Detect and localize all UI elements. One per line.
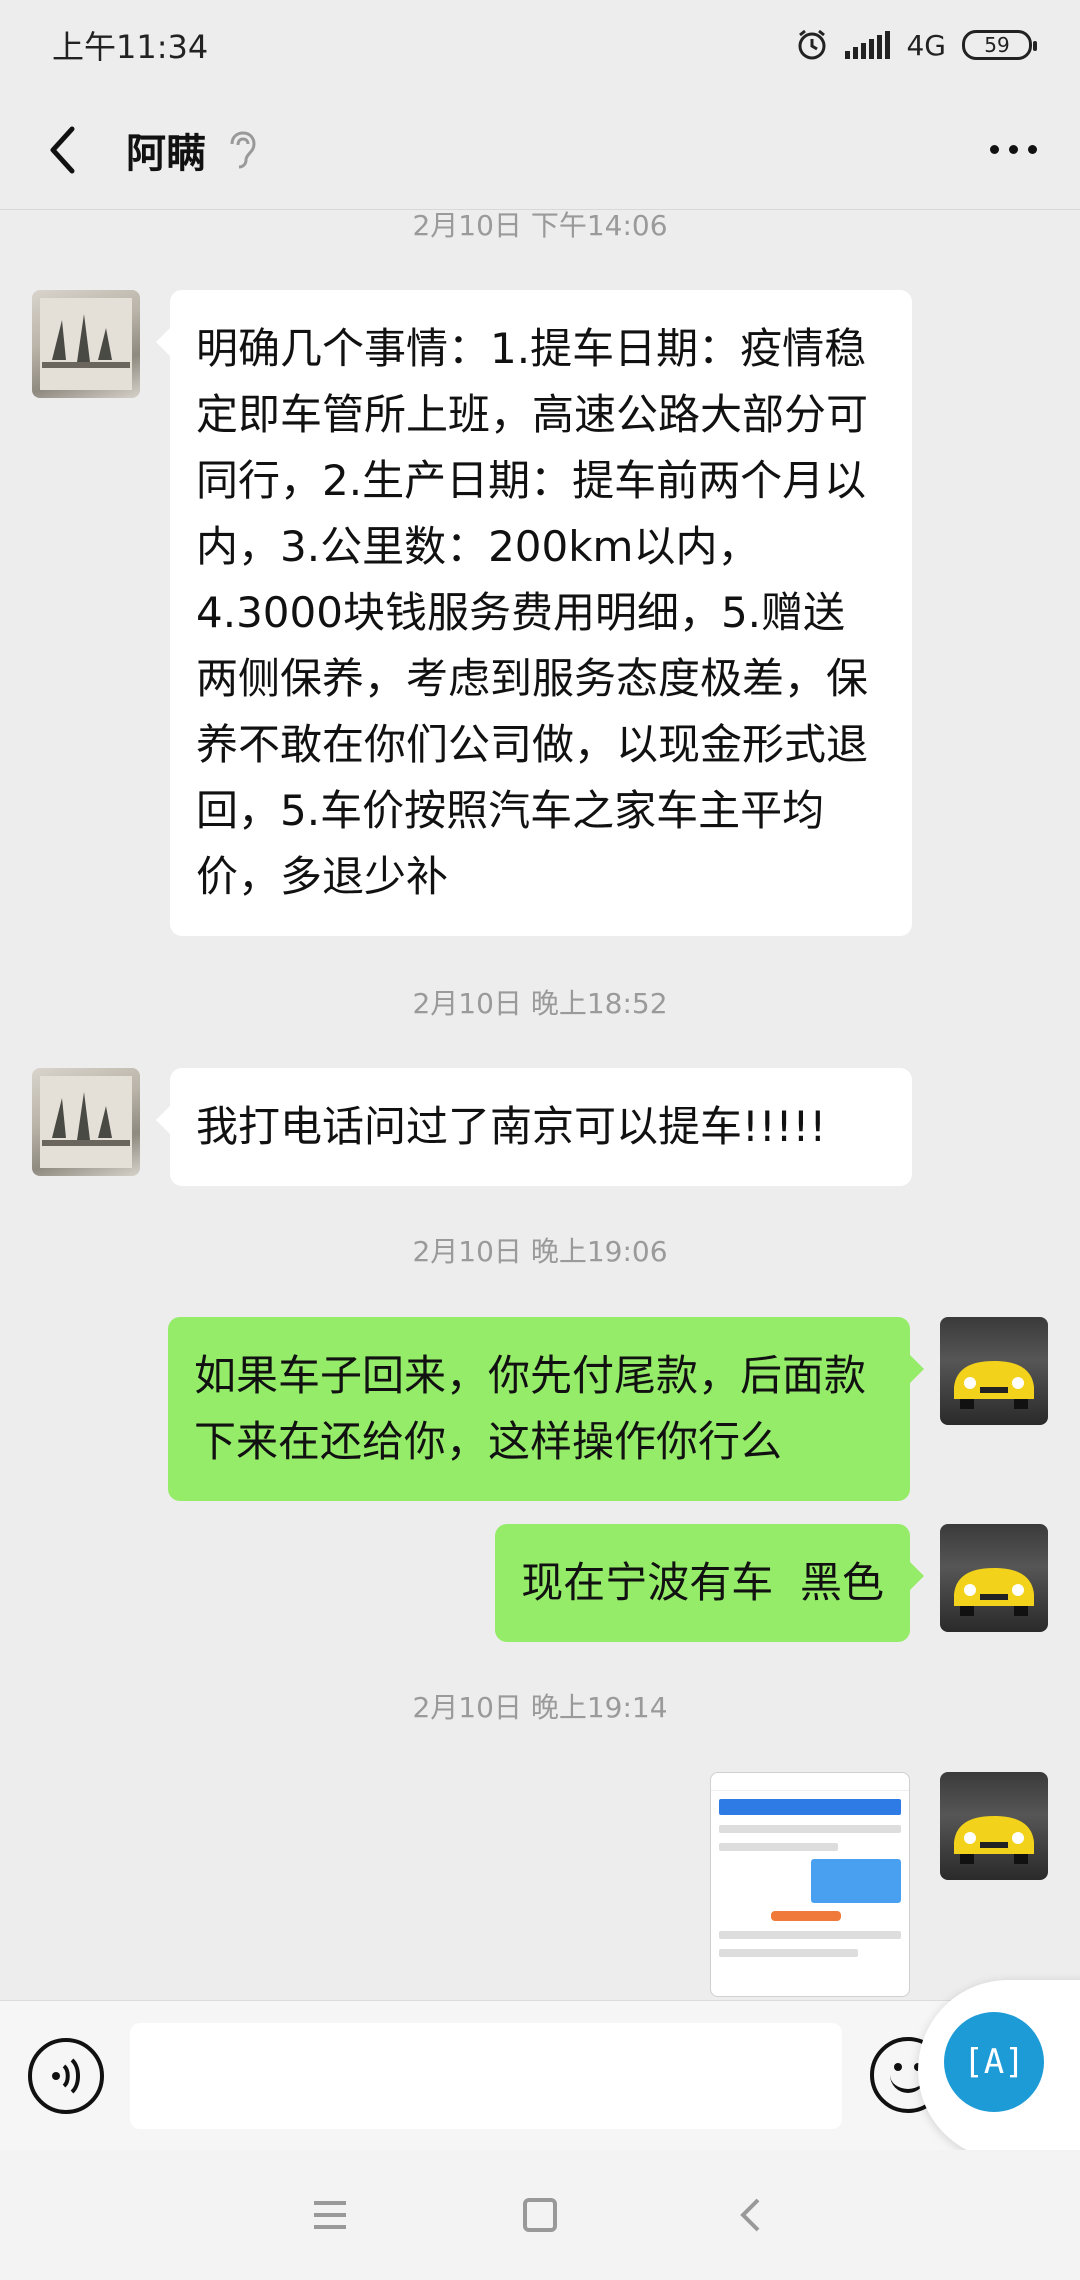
status-bar: 上午11:34 4G 59	[0, 0, 1080, 90]
home-square-icon	[523, 2198, 557, 2232]
chevron-left-icon	[50, 126, 75, 173]
more-options-button[interactable]	[978, 110, 1048, 190]
signal-icon	[845, 31, 891, 59]
yellow-car-icon	[954, 1816, 1034, 1864]
emoji-icon	[894, 2063, 902, 2071]
message-bubble-sent[interactable]: 如果车子回来，你先付尾款，后面款下来在还给你，这样操作你行么	[168, 1317, 924, 1501]
menu-icon	[314, 2201, 346, 2229]
my-avatar[interactable]	[940, 1772, 1048, 1880]
chat-header: 阿瞒	[0, 90, 1080, 210]
home-button[interactable]	[510, 2185, 570, 2245]
message-bubble-received[interactable]: 明确几个事情：1.提车日期：疫情稳定即车管所上班，高速公路大部分可同行，2.生产…	[156, 290, 912, 936]
message-input[interactable]	[130, 2022, 842, 2129]
message-text: 现在宁波有车 黑色	[521, 1558, 884, 1607]
message-bubble-sent[interactable]: 现在宁波有车 黑色	[495, 1524, 924, 1642]
timestamp: 2月10日 晚上19:06	[412, 1235, 668, 1268]
my-avatar[interactable]	[940, 1524, 1048, 1632]
nav-back-button[interactable]	[720, 2185, 780, 2245]
battery-icon: 59	[962, 30, 1037, 60]
contact-avatar[interactable]	[32, 290, 140, 398]
translate-button[interactable]: [A]	[944, 2012, 1044, 2112]
timestamp: 2月10日 晚上19:14	[412, 1691, 668, 1724]
back-button[interactable]	[32, 110, 92, 190]
ear-icon	[230, 130, 256, 168]
contact-name: 阿瞒	[126, 130, 206, 177]
timestamp: 2月10日 晚上18:52	[412, 987, 668, 1020]
yellow-car-icon	[954, 1568, 1034, 1616]
my-avatar[interactable]	[940, 1317, 1048, 1425]
message-text: 明确几个事情：1.提车日期：疫情稳定即车管所上班，高速公路大部分可同行，2.生产…	[196, 324, 869, 901]
message-text: 如果车子回来，你先付尾款，后面款下来在还给你，这样操作你行么	[194, 1351, 867, 1466]
message-bubble-received[interactable]: 我打电话问过了南京可以提车!!!!!	[156, 1068, 912, 1186]
landscape-painting-icon	[40, 1076, 132, 1168]
translate-label: [A]	[963, 2042, 1025, 2082]
more-dots-icon	[989, 145, 999, 154]
menu-button[interactable]	[300, 2185, 360, 2245]
back-triangle-icon	[740, 2198, 760, 2232]
status-icons: 4G 59	[795, 28, 1037, 62]
voice-input-button[interactable]	[28, 2037, 104, 2114]
battery-level: 59	[984, 33, 1010, 57]
message-text: 我打电话问过了南京可以提车!!!!!	[196, 1102, 827, 1151]
contact-avatar[interactable]	[32, 1068, 140, 1176]
status-time: 上午11:34	[52, 28, 209, 66]
system-nav-bar	[0, 2150, 1080, 2280]
landscape-painting-icon	[40, 298, 132, 390]
yellow-car-icon	[954, 1361, 1034, 1409]
alarm-icon	[798, 29, 826, 60]
network-type: 4G	[906, 28, 946, 62]
timestamp: 2月10日 下午14:06	[412, 209, 668, 242]
voice-icon	[52, 2057, 80, 2094]
image-message-thumbnail[interactable]	[710, 1772, 910, 1997]
